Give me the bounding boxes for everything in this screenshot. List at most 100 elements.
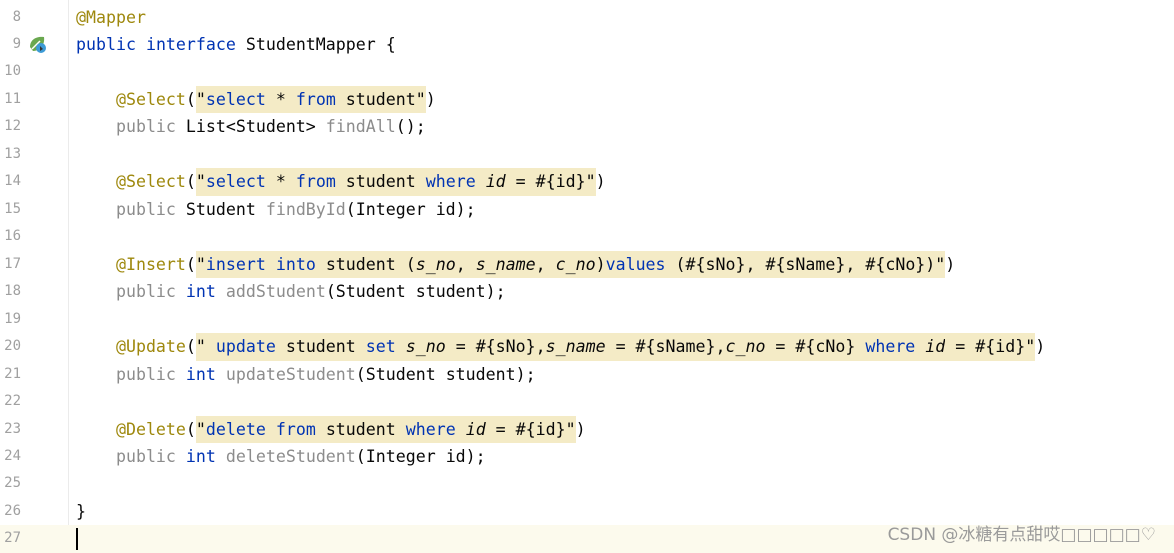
code-line[interactable]: 13 (0, 141, 1174, 168)
line-number[interactable]: 17 (0, 251, 21, 278)
line-number[interactable]: 25 (0, 470, 21, 497)
code-line[interactable]: 14 @Select("select * from student where … (0, 168, 1174, 196)
code-token: ) (595, 172, 606, 192)
code-token: student (335, 168, 426, 196)
code-token: public (115, 117, 176, 137)
code-token: (#{sNo}, #{sName}, #{cNo}) (665, 250, 936, 279)
code-text: @Insert("insert into student (s_no, s_na… (76, 250, 956, 279)
code-token: * (265, 168, 296, 196)
code-token: (); (395, 117, 426, 137)
code-token: set (365, 333, 396, 361)
code-token: update (215, 333, 276, 361)
code-token: @Select (115, 89, 186, 109)
code-line[interactable]: 21 public int updateStudent(Student stud… (0, 361, 1174, 388)
code-line[interactable]: 12 public List<Student> findAll(); (0, 113, 1174, 140)
code-line[interactable]: 11 @Select("select * from student") (0, 85, 1174, 114)
code-token: " (1025, 333, 1036, 361)
code-token: ( (185, 337, 196, 357)
code-line[interactable]: 19 (0, 306, 1174, 333)
code-line[interactable]: 25 (0, 470, 1174, 497)
line-number[interactable]: 19 (0, 306, 21, 333)
line-number[interactable]: 10 (0, 58, 21, 85)
code-text: public int deleteStudent(Integer id); (76, 443, 486, 470)
code-line[interactable]: 8 @Mapper (0, 4, 1174, 31)
code-token: ) (595, 250, 606, 279)
spring-bean-gutter-icon[interactable] (28, 35, 47, 54)
code-token: } (76, 501, 86, 521)
line-number[interactable]: 26 (0, 498, 21, 525)
line-number[interactable]: 12 (0, 113, 21, 140)
code-line[interactable]: 20 @Update(" update student set s_no = #… (0, 333, 1174, 361)
line-number[interactable]: 23 (0, 416, 21, 443)
code-token: " (195, 85, 206, 114)
code-token: ( (185, 254, 196, 274)
code-token: where (405, 415, 456, 444)
code-token: (Integer id); (355, 447, 486, 467)
code-token: findById (265, 199, 346, 219)
code-token: @Update (115, 337, 186, 357)
code-token: ) (1035, 337, 1046, 357)
line-number[interactable]: 24 (0, 443, 21, 470)
code-token: findAll (325, 117, 396, 137)
code-token: @Delete (115, 419, 186, 439)
code-line[interactable]: 9 public interface StudentMapper { (0, 31, 1174, 58)
code-token: from (295, 85, 336, 114)
code-token: select (205, 85, 266, 114)
code-token: List<Student> (175, 117, 326, 137)
line-number[interactable]: 22 (0, 388, 21, 415)
code-token: = #{sName}, (605, 333, 726, 361)
line-number[interactable]: 27 (0, 525, 21, 552)
line-number[interactable]: 14 (0, 168, 21, 195)
code-token: student (335, 85, 416, 114)
code-token: values (605, 250, 666, 279)
code-text: @Select("select * from student") (76, 85, 436, 114)
code-line[interactable]: 22 (0, 388, 1174, 415)
code-token: ( (185, 419, 196, 439)
code-token: @Select (115, 172, 186, 192)
line-number[interactable]: 16 (0, 223, 21, 250)
code-token (475, 168, 486, 196)
code-token: ) (425, 89, 436, 109)
code-token: from (295, 168, 336, 196)
code-token: " (935, 250, 946, 279)
code-token: = #{id} (945, 333, 1026, 361)
line-number[interactable]: 8 (0, 4, 21, 31)
code-token: " (565, 415, 576, 444)
code-token: select (205, 168, 266, 196)
code-line[interactable]: 18 public int addStudent(Student student… (0, 278, 1174, 305)
code-token: ) (945, 254, 956, 274)
code-text: @Update(" update student set s_no = #{sN… (76, 333, 1046, 361)
code-text: public int addStudent(Student student); (76, 278, 506, 305)
code-line[interactable]: 16 (0, 223, 1174, 250)
code-line[interactable]: 24 public int deleteStudent(Integer id); (0, 443, 1174, 470)
line-number[interactable]: 9 (0, 31, 21, 58)
line-number[interactable]: 18 (0, 278, 21, 305)
line-number[interactable]: 11 (0, 86, 21, 113)
code-token: c_no (725, 333, 766, 361)
line-number[interactable]: 21 (0, 361, 21, 388)
code-line[interactable]: 15 public Student findById(Integer id); (0, 196, 1174, 223)
code-token: public (76, 34, 136, 54)
code-text: public List<Student> findAll(); (76, 113, 426, 140)
line-number[interactable]: 20 (0, 333, 21, 360)
code-token: StudentMapper { (235, 34, 396, 54)
code-token: id (485, 168, 506, 196)
line-number[interactable]: 15 (0, 196, 21, 223)
code-line[interactable]: 23 @Delete("delete from student where id… (0, 415, 1174, 444)
code-token: s_no (415, 250, 456, 279)
code-token: , (535, 250, 556, 279)
code-line[interactable]: 10 (0, 58, 1174, 85)
code-token: @Insert (115, 254, 186, 274)
line-number[interactable]: 13 (0, 141, 21, 168)
code-text: @Delete("delete from student where id = … (76, 415, 586, 444)
code-token: , (455, 250, 476, 279)
code-line[interactable]: 17 @Insert("insert into student (s_no, s… (0, 250, 1174, 279)
code-token: public (115, 447, 176, 467)
